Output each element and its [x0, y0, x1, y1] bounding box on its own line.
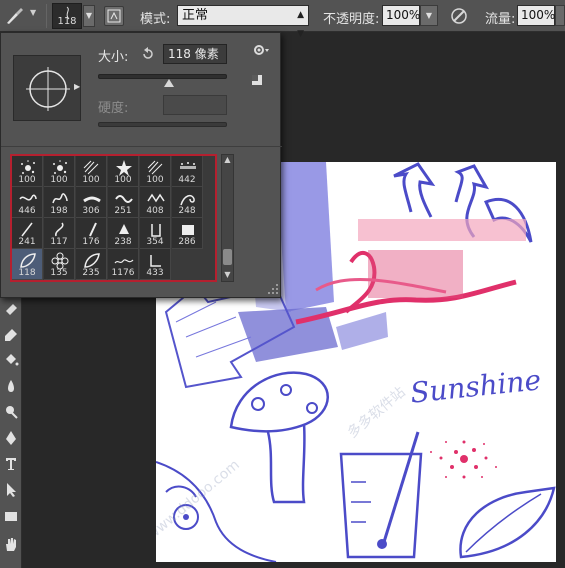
brush-preset-tile[interactable]: 117 — [44, 218, 75, 249]
size-slider[interactable] — [98, 74, 227, 87]
size-input[interactable]: 118 像素 — [163, 44, 227, 64]
brush-preset-tile[interactable]: 306 — [76, 187, 107, 218]
brush-preset-tile[interactable]: 408 — [140, 187, 171, 218]
brush-preset-size: 442 — [178, 175, 196, 185]
select-arrows-icon: ▲ ▼ — [297, 10, 304, 39]
rectangle-tool-icon[interactable] — [0, 504, 22, 528]
brush-preset-tile[interactable]: 135 — [44, 249, 75, 280]
brush-tool-icon[interactable] — [4, 6, 26, 26]
hardness-slider — [98, 122, 227, 127]
options-bar: ▼ 118 ▼ 模式: 正常 ▲ ▼ 不透明度: 100% ▼ 流量: 100% — [0, 0, 565, 39]
brush-preset-tile[interactable]: 235 — [76, 249, 107, 280]
brush-preset-size: 238 — [114, 237, 132, 247]
brush-tip-preview[interactable] — [13, 55, 81, 121]
brush-preset-size: 251 — [114, 206, 132, 216]
pen-tool-icon[interactable] — [0, 426, 22, 450]
brush-preset-tile[interactable]: 286 — [172, 218, 203, 249]
hardness-label: 硬度: — [98, 101, 129, 116]
opacity-label: 不透明度: — [323, 12, 380, 27]
brush-preset-size: 408 — [146, 206, 164, 216]
brush-preset-tile[interactable]: 176 — [76, 218, 107, 249]
flow-slider-caret-icon[interactable] — [555, 5, 565, 26]
toggle-brush-panel-icon[interactable] — [104, 6, 124, 26]
paint-bucket-tool-icon[interactable] — [0, 348, 22, 372]
tablet-pressure-opacity-icon[interactable] — [448, 5, 470, 27]
eraser-tool-icon[interactable] — [0, 322, 22, 346]
brush-preset-size: 100 — [146, 175, 164, 185]
brush-preset-tile[interactable]: 1176 — [108, 249, 139, 280]
new-preset-icon[interactable] — [250, 73, 264, 87]
brush-preset-tile[interactable]: 446 — [12, 187, 43, 218]
brush-size-readout: 118 — [57, 16, 77, 27]
brush-preset-tile[interactable]: 198 — [44, 187, 75, 218]
brush-preset-tile[interactable]: 100 — [140, 156, 171, 187]
brush-preset-tile[interactable]: 241 — [12, 218, 43, 249]
tools-panel — [0, 290, 22, 568]
brush-preset-size: 248 — [178, 206, 196, 216]
brush-preset-grid: 100 100 100 100 100 442 446 198 306 251 408 248 241 1… — [10, 154, 217, 282]
brush-preset-tile[interactable]: 238 — [108, 218, 139, 249]
brush-preset-size: 433 — [146, 268, 164, 278]
brush-preset-size: 100 — [50, 175, 68, 185]
brush-preset-tile[interactable]: 433 — [140, 249, 171, 280]
reset-size-icon[interactable] — [141, 47, 155, 61]
divider — [46, 4, 47, 28]
opacity-input[interactable]: 100% — [382, 5, 420, 26]
resize-grip-icon[interactable] — [267, 283, 279, 295]
brush-preset-tile[interactable]: 100 — [12, 156, 43, 187]
crosshair-icon — [26, 67, 70, 111]
brush-preset-tile[interactable]: 354 — [140, 218, 171, 249]
brush-preset-caret-icon[interactable]: ▼ — [83, 5, 95, 27]
brush-preset-tile[interactable]: 251 — [108, 187, 139, 218]
brush-preset-size: 446 — [18, 206, 36, 216]
scrollbar-thumb[interactable] — [223, 249, 232, 265]
tool-preset-caret-icon[interactable]: ▼ — [30, 8, 42, 22]
brush-preset-size: 306 — [82, 206, 100, 216]
brush-preset-size: 100 — [18, 175, 36, 185]
hardness-input — [163, 95, 227, 115]
brush-preset-tile[interactable]: 118 — [12, 249, 43, 280]
brush-preset-picker[interactable]: 118 — [52, 3, 82, 29]
size-label: 大小: — [98, 50, 129, 65]
brush-preset-tile[interactable]: 442 — [172, 156, 203, 187]
brush-preset-size: 118 — [18, 268, 36, 278]
brush-preset-size: 1176 — [111, 268, 135, 278]
brush-preset-tile[interactable]: 100 — [108, 156, 139, 187]
flow-label: 流量: — [485, 12, 516, 27]
brush-preset-size: 235 — [82, 268, 100, 278]
type-tool-icon[interactable] — [0, 452, 22, 476]
eraser-tool-icon[interactable] — [0, 296, 22, 320]
brush-preset-size: 198 — [50, 206, 68, 216]
flow-input[interactable]: 100% — [517, 5, 555, 26]
brush-preset-size: 100 — [114, 175, 132, 185]
gear-icon[interactable] — [253, 43, 271, 57]
scroll-down-icon[interactable]: ▼ — [221, 269, 234, 282]
mode-value: 正常 — [182, 8, 209, 23]
brush-preset-size: 286 — [178, 237, 196, 247]
path-selection-tool-icon[interactable] — [0, 478, 22, 502]
brush-preset-size: 100 — [82, 175, 100, 185]
opacity-slider-caret-icon[interactable]: ▼ — [420, 5, 438, 26]
divider — [1, 146, 282, 147]
scroll-up-icon[interactable]: ▲ — [221, 154, 234, 167]
brush-preset-picker-popup: ▶ 大小: 118 像素 硬度: 100 100 100 100 100 442 446 19… — [0, 32, 282, 298]
brush-preset-size: 135 — [50, 268, 68, 278]
mode-label: 模式: — [140, 12, 171, 27]
blur-tool-icon[interactable] — [0, 374, 22, 398]
brush-preset-tile[interactable]: 248 — [172, 187, 203, 218]
brush-preset-size: 354 — [146, 237, 164, 247]
mode-select[interactable]: 正常 ▲ ▼ — [177, 5, 309, 39]
brush-preset-size: 176 — [82, 237, 100, 247]
dodge-tool-icon[interactable] — [0, 400, 22, 424]
brush-preset-tile[interactable]: 100 — [44, 156, 75, 187]
tip-angle-arrow-icon[interactable]: ▶ — [74, 82, 80, 91]
size-slider-thumb[interactable] — [163, 79, 174, 87]
hand-tool-icon[interactable] — [0, 532, 22, 556]
brush-preset-size: 241 — [18, 237, 36, 247]
brush-preset-size: 117 — [50, 237, 68, 247]
brush-preset-tile[interactable]: 100 — [76, 156, 107, 187]
